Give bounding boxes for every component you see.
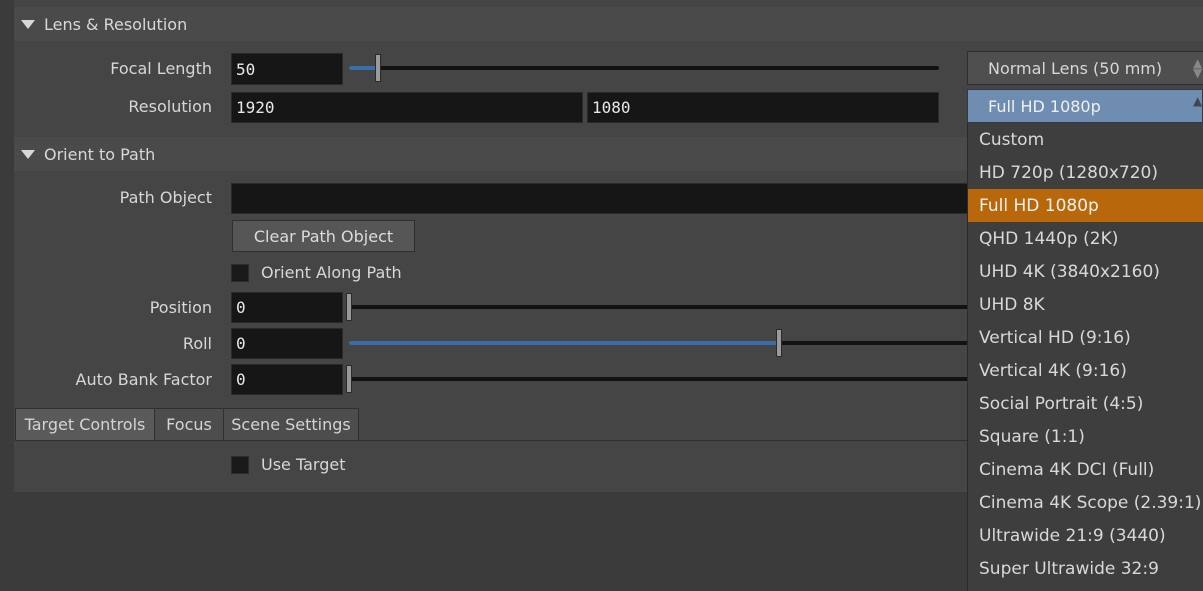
tab-bar-divider bbox=[358, 440, 969, 441]
roll-slider-handle[interactable] bbox=[776, 329, 782, 357]
roll-slider-fill bbox=[349, 341, 778, 345]
menu-item-qhd-1440p[interactable]: QHD 1440p (2K) bbox=[968, 222, 1203, 255]
use-target-checkbox[interactable] bbox=[231, 456, 249, 474]
position-field[interactable]: 0 bbox=[231, 292, 343, 323]
menu-item-vertical-4k[interactable]: Vertical 4K (9:16) bbox=[968, 354, 1203, 387]
resolution-label: Resolution bbox=[128, 97, 212, 116]
auto-bank-slider-handle[interactable] bbox=[346, 365, 352, 393]
menu-item-ultrawide[interactable]: Ultrawide 21:9 (3440) bbox=[968, 519, 1203, 552]
focal-length-slider-handle[interactable] bbox=[375, 54, 381, 82]
menu-item-custom[interactable]: Custom bbox=[968, 123, 1203, 156]
menu-item-hd-720p[interactable]: HD 720p (1280x720) bbox=[968, 156, 1203, 189]
use-target-label: Use Target bbox=[261, 455, 346, 474]
orient-section-title: Orient to Path bbox=[44, 144, 156, 164]
lens-section-title: Lens & Resolution bbox=[44, 14, 188, 34]
menu-item-cinema-4k-dci[interactable]: Cinema 4K DCI (Full) bbox=[968, 453, 1203, 486]
resolution-preset-label: Full HD 1080p bbox=[988, 96, 1101, 116]
resolution-preset-menu: Custom HD 720p (1280x720) Full HD 1080p … bbox=[967, 123, 1203, 591]
collapse-triangle-icon[interactable] bbox=[21, 149, 35, 159]
menu-item-square[interactable]: Square (1:1) bbox=[968, 420, 1203, 453]
roll-field[interactable]: 0 bbox=[231, 328, 343, 359]
resolution-preset-dropdown[interactable]: Full HD 1080p bbox=[967, 89, 1203, 123]
auto-bank-factor-field[interactable]: 0 bbox=[231, 364, 343, 395]
menu-item-social-portrait[interactable]: Social Portrait (4:5) bbox=[968, 387, 1203, 420]
auto-bank-slider-track[interactable] bbox=[349, 377, 969, 381]
position-slider-track[interactable] bbox=[349, 305, 969, 309]
auto-bank-factor-label: Auto Bank Factor bbox=[75, 370, 212, 389]
menu-item-cinema-4k-scope[interactable]: Cinema 4K Scope (2.39:1) bbox=[968, 486, 1203, 519]
focal-length-label: Focal Length bbox=[110, 59, 212, 78]
resolution-width-field[interactable]: 1920 bbox=[231, 92, 583, 123]
menu-item-uhd-8k[interactable]: UHD 8K bbox=[968, 288, 1203, 321]
focal-length-slider-fill bbox=[349, 66, 378, 70]
resolution-preset-arrow-icon: ▲ bbox=[1193, 94, 1203, 108]
tab-focus[interactable]: Focus bbox=[154, 408, 224, 441]
tab-scene-settings[interactable]: Scene Settings bbox=[223, 408, 359, 441]
menu-item-uhd-4k[interactable]: UHD 4K (3840x2160) bbox=[968, 255, 1203, 288]
position-slider-handle[interactable] bbox=[346, 293, 352, 321]
focal-length-field[interactable]: 50 bbox=[231, 53, 343, 85]
focal-length-slider-track[interactable] bbox=[349, 66, 939, 70]
orient-along-path-checkbox[interactable] bbox=[231, 264, 249, 282]
resolution-height-field[interactable]: 1080 bbox=[587, 92, 939, 123]
orient-along-path-label: Orient Along Path bbox=[261, 263, 402, 282]
menu-item-super-ultrawide[interactable]: Super Ultrawide 32:9 bbox=[968, 552, 1203, 585]
lens-section-header[interactable]: Lens & Resolution bbox=[14, 7, 1203, 41]
lens-preset-arrows-icon: ▲ ▼ bbox=[1193, 56, 1203, 80]
lens-preset-dropdown[interactable]: Normal Lens (50 mm) bbox=[967, 51, 1203, 85]
lens-preset-label: Normal Lens (50 mm) bbox=[988, 58, 1163, 78]
position-label: Position bbox=[149, 298, 212, 317]
path-object-label: Path Object bbox=[119, 188, 212, 207]
clear-path-object-button[interactable]: Clear Path Object bbox=[232, 220, 415, 252]
collapse-triangle-icon[interactable] bbox=[21, 19, 35, 29]
path-object-field[interactable] bbox=[231, 183, 971, 214]
tab-target-controls[interactable]: Target Controls bbox=[15, 408, 155, 441]
menu-item-vertical-hd[interactable]: Vertical HD (9:16) bbox=[968, 321, 1203, 354]
roll-slider-track[interactable] bbox=[349, 341, 969, 345]
orient-section-header[interactable]: Orient to Path bbox=[14, 137, 969, 171]
menu-item-full-hd-1080p[interactable]: Full HD 1080p bbox=[968, 189, 1203, 222]
roll-label: Roll bbox=[182, 334, 212, 353]
